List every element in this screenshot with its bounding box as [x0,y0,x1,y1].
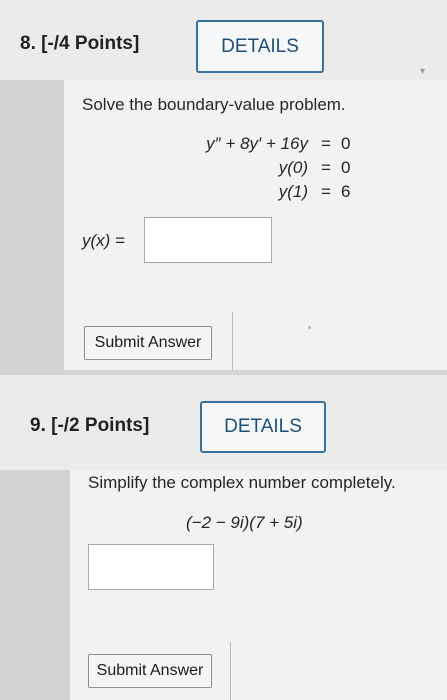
q8-answer-input[interactable] [144,217,272,263]
equation-left: y(0) [278,158,308,177]
divider [232,312,233,370]
equation-right: 0 [341,134,351,153]
q8-details-button[interactable]: DETAILS [196,20,324,73]
q9-expression: (−2 − 9i)(7 + 5i) [186,513,303,532]
equation-equals: = [321,158,331,177]
dot-mark [308,326,311,329]
equation-equals: = [321,182,331,201]
q9-answer-input[interactable] [88,544,214,590]
q9-submit-button[interactable]: Submit Answer [88,654,212,688]
equation-left: y(1) [278,182,308,201]
equation-right: 0 [341,158,351,177]
equation-equals: = [321,134,331,153]
divider [230,642,231,700]
q8-prompt: Solve the boundary-value problem. [82,95,346,114]
q8-submit-button[interactable]: Submit Answer [84,326,212,360]
question-9-title: 9. [-/2 Points] [30,415,150,436]
chevron-down-icon[interactable]: ▾ [420,66,425,77]
question-8-title: 8. [-/4 Points] [20,33,140,54]
q9-prompt: Simplify the complex number completely. [88,473,396,492]
q8-answer-label: y(x) = [82,231,125,250]
q9-details-button[interactable]: DETAILS [200,401,326,453]
equation-left: y″ + 8y′ + 16y [206,134,308,153]
equation-right: 6 [341,182,351,201]
